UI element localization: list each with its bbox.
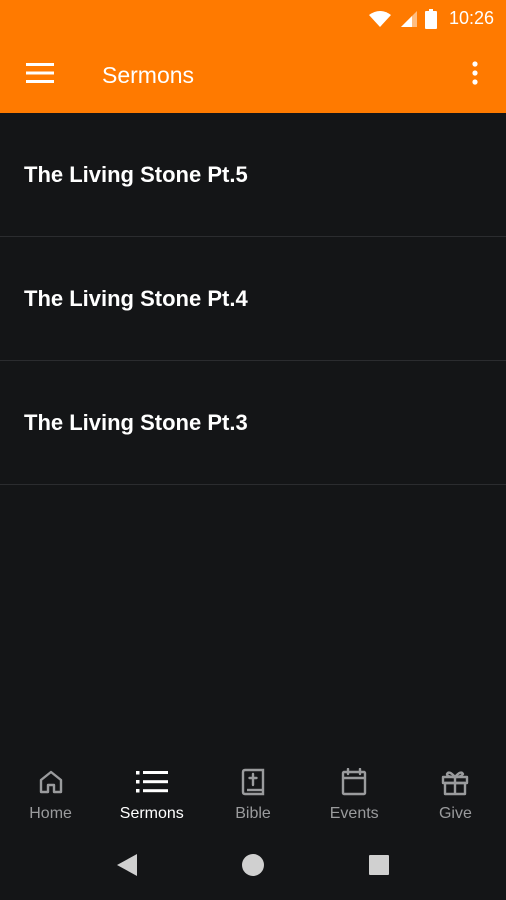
bible-icon <box>241 767 265 797</box>
sermons-screen: 10:26 Sermons The Living Stone Pt.5 The … <box>0 0 506 900</box>
app-bar: Sermons <box>0 37 506 113</box>
nav-label-give: Give <box>438 805 472 822</box>
sermon-title: The Living Stone Pt.4 <box>24 285 248 311</box>
sermon-title: The Living Stone Pt.3 <box>24 409 248 435</box>
nav-item-bible[interactable]: Bible <box>202 755 303 835</box>
wifi-icon <box>368 10 391 28</box>
status-time: 10:26 <box>448 8 494 28</box>
nav-item-home[interactable]: Home <box>0 755 101 835</box>
page-title: Sermons <box>102 61 195 88</box>
nav-item-give[interactable]: Give <box>405 755 506 835</box>
home-icon <box>38 767 64 797</box>
home-circle-icon <box>241 853 265 882</box>
sermon-list-item[interactable]: The Living Stone Pt.4 <box>0 237 506 361</box>
hamburger-menu-icon <box>26 62 54 88</box>
more-vert-icon <box>472 60 478 90</box>
battery-icon <box>424 8 437 29</box>
sermon-list-item[interactable]: The Living Stone Pt.5 <box>0 113 506 237</box>
calendar-icon <box>341 767 367 797</box>
nav-item-events[interactable]: Events <box>304 755 405 835</box>
overflow-menu-button[interactable] <box>450 37 500 113</box>
gift-icon <box>441 767 469 797</box>
nav-label-home: Home <box>29 805 72 822</box>
nav-item-sermons[interactable]: Sermons <box>101 755 202 835</box>
system-recents-button[interactable] <box>362 851 396 885</box>
nav-label-sermons: Sermons <box>119 805 184 822</box>
sermon-title: The Living Stone Pt.5 <box>24 161 248 187</box>
nav-label-events: Events <box>329 805 379 822</box>
system-navigation-bar <box>0 835 506 900</box>
sermon-list-item[interactable]: The Living Stone Pt.3 <box>0 361 506 485</box>
bottom-navigation: Home Sermons Bible Events Give <box>0 755 506 835</box>
list-icon <box>135 767 168 797</box>
back-icon <box>116 853 138 882</box>
status-bar: 10:26 <box>0 0 506 37</box>
signal-icon <box>399 10 417 28</box>
recents-icon <box>368 854 390 881</box>
nav-label-bible: Bible <box>235 805 271 822</box>
sermon-list: The Living Stone Pt.5 The Living Stone P… <box>0 113 506 485</box>
system-back-button[interactable] <box>110 851 144 885</box>
menu-button[interactable] <box>0 37 80 113</box>
system-home-button[interactable] <box>236 851 270 885</box>
